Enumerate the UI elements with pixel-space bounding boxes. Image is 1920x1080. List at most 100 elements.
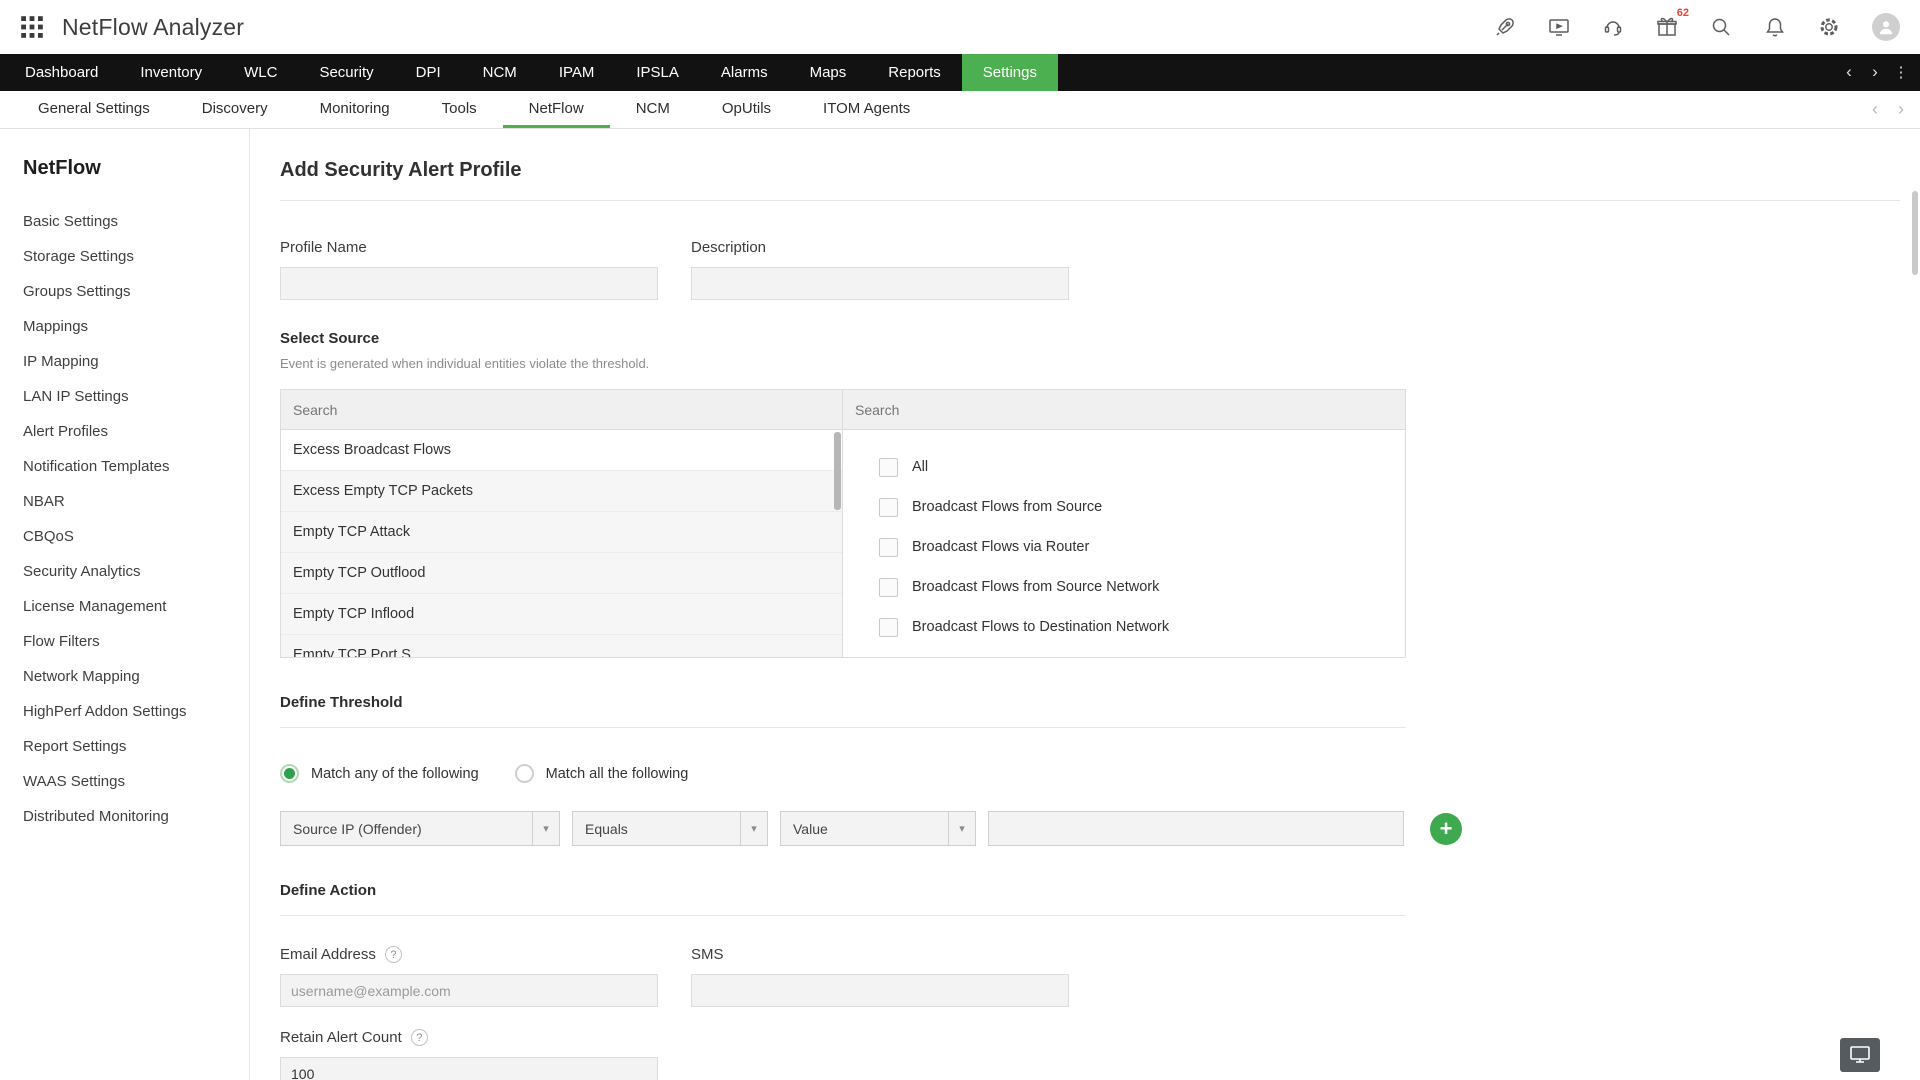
- nav-scroll-right-icon[interactable]: ›: [1862, 54, 1888, 91]
- nav-item[interactable]: Security: [298, 54, 394, 91]
- description-label: Description: [691, 239, 1069, 256]
- option-row[interactable]: Broadcast Flows via Router: [879, 527, 1405, 567]
- user-avatar[interactable]: [1872, 13, 1900, 41]
- dropdown-value: Source IP (Offender): [281, 821, 532, 837]
- select-source-title: Select Source: [280, 330, 1900, 347]
- source-type-item[interactable]: Excess Empty TCP Packets: [281, 471, 842, 512]
- condition-value-input[interactable]: [988, 811, 1404, 846]
- retain-alert-count-input[interactable]: [280, 1057, 658, 1080]
- source-options-search-input[interactable]: [855, 402, 1393, 418]
- source-type-search-input[interactable]: [293, 402, 830, 418]
- retain-alert-group: Retain Alert Count ?: [280, 1029, 1900, 1080]
- subnav-item[interactable]: Tools: [416, 91, 503, 128]
- match-any-radio[interactable]: Match any of the following: [280, 764, 479, 783]
- sidebar-item[interactable]: CBQoS: [23, 519, 249, 554]
- checkbox-icon[interactable]: [879, 578, 898, 597]
- condition-operator-dropdown[interactable]: Equals ▾: [572, 811, 768, 846]
- subnav-item[interactable]: OpUtils: [696, 91, 797, 128]
- sidebar-item[interactable]: License Management: [23, 589, 249, 624]
- settings-gear-icon[interactable]: [1818, 16, 1840, 38]
- source-type-item[interactable]: Empty TCP Port S: [281, 635, 842, 658]
- notifications-bell-icon[interactable]: [1764, 16, 1786, 38]
- subnav-item-netflow-active[interactable]: NetFlow: [503, 91, 610, 128]
- checkbox-icon[interactable]: [879, 458, 898, 477]
- source-type-item[interactable]: Empty TCP Attack: [281, 512, 842, 553]
- top-bar: NetFlow Analyzer 62: [0, 0, 1920, 54]
- console-monitor-button[interactable]: [1840, 1038, 1880, 1072]
- sidebar-item[interactable]: IP Mapping: [23, 344, 249, 379]
- checkbox-icon[interactable]: [879, 498, 898, 517]
- sidebar-item[interactable]: Report Settings: [23, 729, 249, 764]
- nav-item[interactable]: IPSLA: [615, 54, 700, 91]
- gift-icon[interactable]: 62: [1656, 16, 1678, 38]
- sidebar-item[interactable]: NBAR: [23, 484, 249, 519]
- add-condition-button[interactable]: +: [1430, 813, 1462, 845]
- subnav-item[interactable]: General Settings: [12, 91, 176, 128]
- option-row[interactable]: Broadcast Flows from Source Network: [879, 567, 1405, 607]
- sidebar-item[interactable]: Notification Templates: [23, 449, 249, 484]
- define-threshold-title: Define Threshold: [280, 694, 1900, 711]
- radio-unselected-icon[interactable]: [515, 764, 534, 783]
- sidebar-item[interactable]: Security Analytics: [23, 554, 249, 589]
- sidebar-item[interactable]: Basic Settings: [23, 204, 249, 239]
- nav-item-settings-active[interactable]: Settings: [962, 54, 1058, 91]
- nav-item[interactable]: NCM: [462, 54, 538, 91]
- option-row[interactable]: Broadcast Flows from Source: [879, 487, 1405, 527]
- sidebar-item[interactable]: Flow Filters: [23, 624, 249, 659]
- subnav-item[interactable]: Discovery: [176, 91, 294, 128]
- nav-item[interactable]: Dashboard: [4, 54, 119, 91]
- define-action-section: Define Action Email Address ? SMS Ret: [280, 882, 1900, 1080]
- source-options-panel: All Broadcast Flows from Source Broadcas…: [843, 389, 1406, 658]
- sidebar-item[interactable]: Mappings: [23, 309, 249, 344]
- option-row[interactable]: All: [879, 447, 1405, 487]
- nav-item[interactable]: Inventory: [119, 54, 223, 91]
- sidebar-item[interactable]: HighPerf Addon Settings: [23, 694, 249, 729]
- nav-item[interactable]: Maps: [789, 54, 868, 91]
- apps-grid-icon[interactable]: [20, 15, 44, 39]
- sidebar-item[interactable]: Groups Settings: [23, 274, 249, 309]
- subnav-scroll-right-icon[interactable]: ›: [1898, 99, 1904, 120]
- condition-value-type-dropdown[interactable]: Value ▾: [780, 811, 976, 846]
- nav-item[interactable]: Reports: [867, 54, 962, 91]
- sidebar-item[interactable]: Distributed Monitoring: [23, 799, 249, 834]
- profile-name-input[interactable]: [280, 267, 658, 300]
- page-title: Add Security Alert Profile: [280, 159, 1900, 182]
- nav-item[interactable]: WLC: [223, 54, 298, 91]
- subnav-item[interactable]: NCM: [610, 91, 696, 128]
- support-icon[interactable]: [1602, 16, 1624, 38]
- page-scrollbar-thumb[interactable]: [1912, 191, 1918, 275]
- subnav-scroll-left-icon[interactable]: ‹: [1872, 99, 1878, 120]
- source-type-item-selected[interactable]: Excess Broadcast Flows: [281, 430, 842, 471]
- checkbox-icon[interactable]: [879, 618, 898, 637]
- screen-share-icon[interactable]: [1548, 16, 1570, 38]
- nav-item[interactable]: DPI: [395, 54, 462, 91]
- rocket-icon[interactable]: [1494, 16, 1516, 38]
- source-options-search-bar: [843, 390, 1405, 430]
- sms-input[interactable]: [691, 974, 1069, 1007]
- sidebar-item[interactable]: Alert Profiles: [23, 414, 249, 449]
- retain-help-icon[interactable]: ?: [411, 1029, 428, 1046]
- sidebar-item[interactable]: Storage Settings: [23, 239, 249, 274]
- checkbox-icon[interactable]: [879, 538, 898, 557]
- nav-overflow-kebab-icon[interactable]: ⋮: [1888, 54, 1914, 91]
- nav-item[interactable]: Alarms: [700, 54, 789, 91]
- email-input[interactable]: [280, 974, 658, 1007]
- search-icon[interactable]: [1710, 16, 1732, 38]
- description-input[interactable]: [691, 267, 1069, 300]
- condition-field-dropdown[interactable]: Source IP (Offender) ▾: [280, 811, 560, 846]
- subnav-item[interactable]: ITOM Agents: [797, 91, 936, 128]
- email-help-icon[interactable]: ?: [385, 946, 402, 963]
- sidebar-item[interactable]: Network Mapping: [23, 659, 249, 694]
- define-action-title: Define Action: [280, 882, 1900, 899]
- list-scrollbar-thumb[interactable]: [834, 432, 841, 510]
- match-all-radio[interactable]: Match all the following: [515, 764, 689, 783]
- nav-scroll-left-icon[interactable]: ‹: [1836, 54, 1862, 91]
- sidebar-item[interactable]: WAAS Settings: [23, 764, 249, 799]
- sidebar-item[interactable]: LAN IP Settings: [23, 379, 249, 414]
- subnav-item[interactable]: Monitoring: [294, 91, 416, 128]
- nav-item[interactable]: IPAM: [538, 54, 616, 91]
- source-type-item[interactable]: Empty TCP Outflood: [281, 553, 842, 594]
- source-type-item[interactable]: Empty TCP Inflood: [281, 594, 842, 635]
- radio-selected-icon[interactable]: [280, 764, 299, 783]
- option-row[interactable]: Broadcast Flows to Destination Network: [879, 607, 1405, 647]
